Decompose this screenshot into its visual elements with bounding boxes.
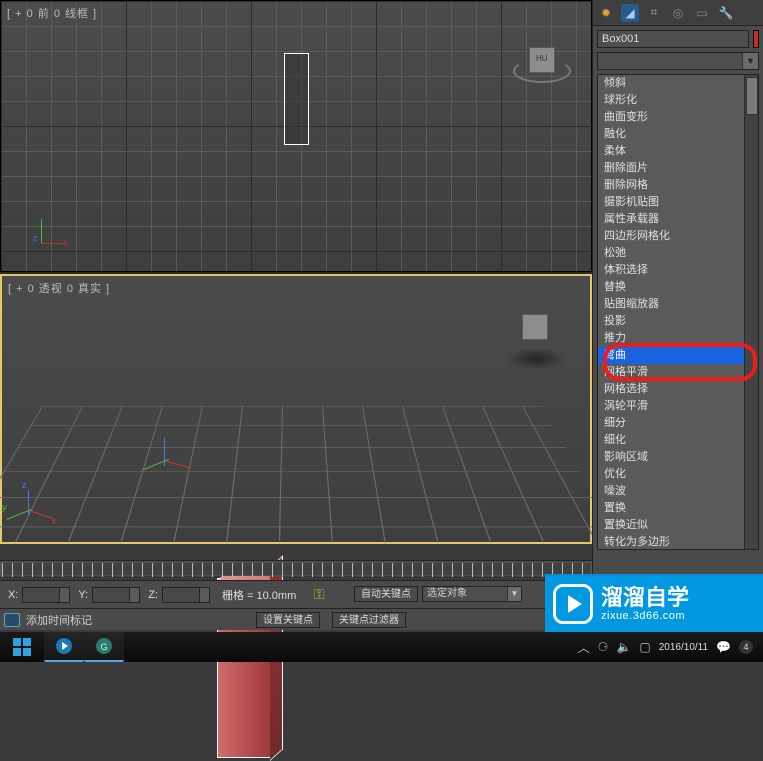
coord-x-label: X: — [4, 589, 22, 601]
tray-badge[interactable]: 4 — [739, 640, 753, 654]
auto-key-button[interactable]: 自动关键点 — [354, 586, 418, 602]
wifi-icon[interactable]: ⚆ — [598, 640, 609, 654]
taskbar-app-3dsmax[interactable]: G — [84, 632, 124, 662]
object-name-input[interactable] — [597, 30, 749, 48]
modifier-list-item[interactable]: 细分 — [598, 415, 744, 432]
create-tab-icon[interactable]: ✹ — [597, 4, 615, 22]
watermark-subtitle: zixue.3d66.com — [601, 610, 689, 622]
modifier-list-item[interactable]: 置换 — [598, 500, 744, 517]
grid-size-label: 栅格 = 10.0mm — [222, 587, 296, 603]
modifier-list-item[interactable]: 松弛 — [598, 245, 744, 262]
add-time-marker-button[interactable]: 添加时间标记 — [26, 612, 92, 628]
modifier-list-item[interactable]: 四边形网格化 — [598, 228, 744, 245]
modifier-list-item[interactable]: 网格平滑 — [598, 364, 744, 381]
film-icon[interactable] — [4, 613, 20, 627]
display-tab-icon[interactable]: ▭ — [693, 4, 711, 22]
ime-icon[interactable]: ▢ — [639, 640, 650, 654]
grid-perspective — [0, 406, 622, 542]
modifier-list-item[interactable]: 优化 — [598, 466, 744, 483]
modifier-list-item[interactable]: 倾斜 — [598, 75, 744, 92]
transform-gizmo[interactable] — [152, 436, 192, 476]
svg-text:G: G — [100, 642, 107, 652]
modifier-list-item[interactable]: 转化为多边形 — [598, 534, 744, 549]
scrollbar-thumb[interactable] — [746, 77, 758, 115]
key-filter-button[interactable]: 关键点过滤器 — [332, 612, 406, 628]
play-icon — [553, 584, 593, 624]
viewport-front[interactable]: [ + 0 前 0 线框 ] x z HU — [0, 0, 592, 272]
modifier-list-item[interactable]: 属性承载器 — [598, 211, 744, 228]
modifier-set-dropdown[interactable]: ▼ — [597, 52, 759, 70]
viewcube-perspective[interactable] — [500, 304, 572, 376]
modifier-list-item[interactable]: 弯曲 — [598, 347, 744, 364]
modifier-list-item[interactable]: 推力 — [598, 330, 744, 347]
modifier-list-item[interactable]: 细化 — [598, 432, 744, 449]
scrollbar[interactable] — [744, 75, 758, 549]
coord-z-label: Z: — [144, 589, 162, 601]
viewcube-front[interactable]: HU — [511, 41, 573, 103]
viewport-perspective[interactable]: [ + 0 透视 0 真实 ] x y z — [0, 274, 592, 544]
modifier-list-item[interactable]: 涡轮平滑 — [598, 398, 744, 415]
object-color-swatch[interactable] — [753, 30, 759, 48]
viewport-perspective-label: [ + 0 透视 0 真实 ] — [8, 280, 110, 296]
key-target-dropdown[interactable]: 选定对象▼ — [422, 586, 522, 602]
modifier-list-item[interactable]: 贴图缩放器 — [598, 296, 744, 313]
coord-y-input[interactable] — [92, 587, 130, 603]
modifier-list-item[interactable]: 噪波 — [598, 483, 744, 500]
coord-z-input[interactable] — [162, 587, 200, 603]
utilities-tab-icon[interactable]: 🔧 — [717, 4, 735, 22]
box-front-outline[interactable] — [284, 53, 309, 145]
modifier-list-item[interactable]: 融化 — [598, 126, 744, 143]
hierarchy-tab-icon[interactable]: ⌗ — [645, 4, 663, 22]
chevron-down-icon: ▼ — [507, 587, 521, 601]
modifier-list-item[interactable]: 柔体 — [598, 143, 744, 160]
coord-z-spinner[interactable] — [200, 587, 210, 603]
set-key-button[interactable]: 设置关键点 — [256, 612, 320, 628]
modifier-list-item[interactable]: 球形化 — [598, 92, 744, 109]
taskbar: G ︿ ⚆ 🔈 ▢ 2016/10/11 💬 4 — [0, 632, 763, 662]
modifier-list-item[interactable]: 删除网格 — [598, 177, 744, 194]
coord-y-label: Y: — [74, 589, 92, 601]
tray-date[interactable]: 2016/10/11 — [659, 642, 708, 653]
system-tray: ︿ ⚆ 🔈 ▢ 2016/10/11 💬 4 — [578, 639, 763, 656]
modifier-list-item[interactable]: 删除面片 — [598, 160, 744, 177]
command-panel: ✹ ◢ ⌗ ◎ ▭ 🔧 ▼ 倾斜球形化曲面变形融化柔体删除面片删除网格摄影机贴图… — [592, 0, 763, 662]
command-panel-tabs: ✹ ◢ ⌗ ◎ ▭ 🔧 — [593, 0, 763, 26]
modifier-list-item[interactable]: 影响区域 — [598, 449, 744, 466]
key-icon[interactable]: ⚿ — [308, 586, 330, 604]
taskbar-app-media[interactable] — [44, 632, 84, 662]
axis-gizmo-perspective: x y z — [10, 486, 56, 532]
speaker-icon[interactable]: 🔈 — [616, 640, 631, 654]
modifier-set-dropdown-text — [598, 53, 742, 69]
modifier-list-item[interactable]: 投影 — [598, 313, 744, 330]
motion-tab-icon[interactable]: ◎ — [669, 4, 687, 22]
start-button[interactable] — [0, 632, 44, 662]
time-ruler[interactable] — [0, 560, 592, 576]
modifier-list-item[interactable]: 置换近似 — [598, 517, 744, 534]
coord-y-spinner[interactable] — [130, 587, 140, 603]
notification-icon[interactable]: 💬 — [716, 640, 731, 654]
modify-tab-icon[interactable]: ◢ — [621, 4, 639, 22]
chevron-down-icon: ▼ — [742, 53, 758, 69]
modifier-list-item[interactable]: 曲面变形 — [598, 109, 744, 126]
axis-gizmo-front: x z — [23, 213, 59, 249]
coord-x-input[interactable] — [22, 587, 60, 603]
modifier-list-item[interactable]: 摄影机贴图 — [598, 194, 744, 211]
coord-x-spinner[interactable] — [60, 587, 70, 603]
modifier-list-item[interactable]: 体积选择 — [598, 262, 744, 279]
tray-chevron-up-icon[interactable]: ︿ — [578, 639, 590, 656]
modifier-list-item[interactable]: 网格选择 — [598, 381, 744, 398]
modifier-list: 倾斜球形化曲面变形融化柔体删除面片删除网格摄影机贴图属性承载器四边形网格化松弛体… — [597, 74, 759, 550]
viewport-front-label: [ + 0 前 0 线框 ] — [7, 5, 97, 21]
watermark-banner: 溜溜自学 zixue.3d66.com — [545, 574, 763, 632]
modifier-list-item[interactable]: 替换 — [598, 279, 744, 296]
watermark-title: 溜溜自学 — [601, 586, 689, 610]
